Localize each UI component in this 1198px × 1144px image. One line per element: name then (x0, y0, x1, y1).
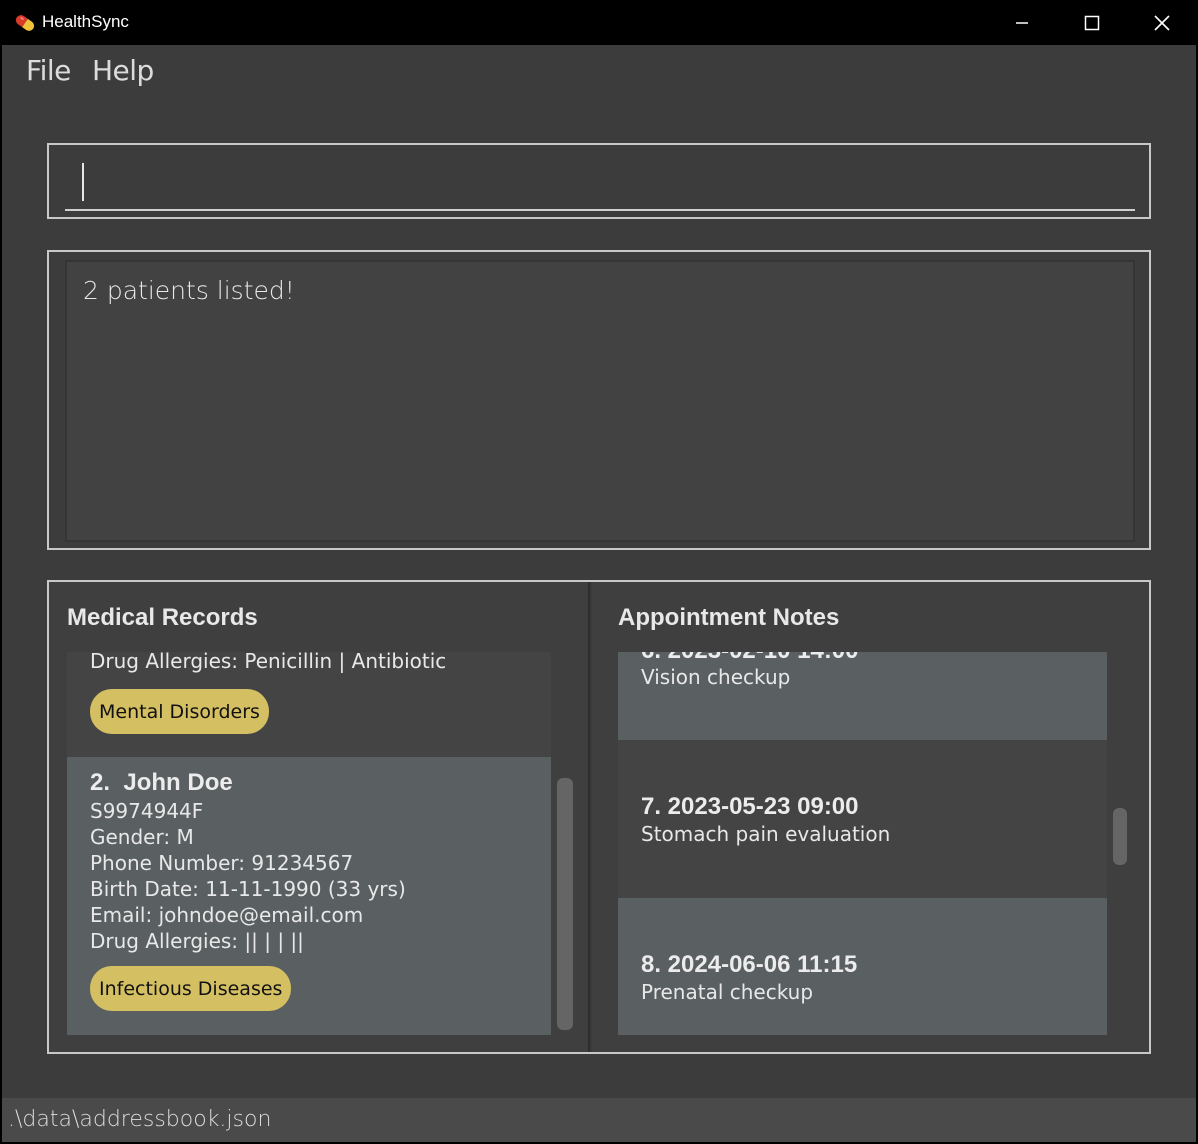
minimize-button[interactable] (987, 0, 1057, 45)
patient-email: Email: johndoe@email.com (90, 903, 364, 927)
appointment-card[interactable]: 8. 2024-06-06 11:15 Prenatal checkup (618, 898, 1107, 1035)
patient-list-scrollbar[interactable] (557, 778, 573, 1030)
patient-list[interactable]: Drug Allergies: Penicillin | Antibiotic … (67, 652, 551, 1035)
patient-name: 2. John Doe (90, 769, 233, 796)
save-file-path: .\data\addressbook.json (8, 1107, 272, 1132)
command-box (47, 143, 1151, 219)
appointment-heading: 6. 2023-02-10 14:00 (641, 652, 859, 665)
main-window: File Help 2 patients listed! Medical Rec… (2, 45, 1196, 1142)
appointment-heading: 8. 2024-06-06 11:15 (641, 951, 858, 978)
menu-file[interactable]: File (26, 54, 71, 87)
result-text-area[interactable]: 2 patients listed! (65, 260, 1135, 542)
close-button[interactable] (1127, 0, 1197, 45)
minimize-icon (1016, 21, 1028, 24)
appointment-list-scrollbar[interactable] (1113, 808, 1129, 865)
medical-records-title: Medical Records (67, 604, 258, 631)
status-bar: .\data\addressbook.json (2, 1098, 1196, 1142)
patient-tag: Infectious Diseases (90, 966, 292, 1011)
close-icon (1154, 14, 1170, 31)
command-input[interactable] (65, 157, 1135, 211)
appointment-notes-panel: Appointment Notes 6. 2023-02-10 14:00 Vi… (592, 582, 1149, 1052)
appointment-notes-title: Appointment Notes (618, 604, 840, 631)
appointment-list[interactable]: 6. 2023-02-10 14:00 Vision checkup 7. 20… (618, 652, 1107, 1035)
medical-records-panel: Medical Records Drug Allergies: Penicill… (49, 582, 590, 1052)
menu-bar: File Help (2, 45, 1196, 101)
scrollbar-thumb[interactable] (557, 778, 573, 1030)
appointment-card[interactable]: 7. 2023-05-23 09:00 Stomach pain evaluat… (618, 740, 1107, 898)
menu-help[interactable]: Help (92, 54, 154, 87)
result-message: 2 patients listed! (83, 276, 295, 305)
appointment-description: Prenatal checkup (641, 980, 814, 1004)
maximize-button[interactable] (1057, 0, 1127, 45)
lists-container: Medical Records Drug Allergies: Penicill… (47, 580, 1151, 1054)
patient-card[interactable]: 2. John Doe S9974944F Gender: M Phone Nu… (67, 757, 551, 1035)
scrollbar-thumb[interactable] (1113, 808, 1127, 865)
appointment-card[interactable]: 6. 2023-02-10 14:00 Vision checkup (618, 652, 1107, 740)
maximize-icon (1084, 15, 1100, 30)
patient-birth-date: Birth Date: 11-11-1990 (33 yrs) (90, 877, 406, 901)
window-title: HealthSync (42, 12, 129, 31)
patient-drug-allergies: Drug Allergies: || | | || (90, 929, 304, 953)
patient-card[interactable]: Drug Allergies: Penicillin | Antibiotic … (67, 652, 551, 757)
title-bar: HealthSync (0, 0, 1198, 45)
patient-phone: Phone Number: 91234567 (90, 851, 354, 875)
patient-gender: Gender: M (90, 825, 194, 849)
pill-icon (15, 15, 35, 31)
text-caret (82, 163, 84, 201)
appointment-description: Stomach pain evaluation (641, 822, 891, 846)
patient-tag: Mental Disorders (90, 689, 269, 734)
appointment-description: Vision checkup (641, 665, 791, 689)
patient-drug-allergies: Drug Allergies: Penicillin | Antibiotic (90, 652, 447, 673)
patient-nric: S9974944F (90, 799, 204, 823)
result-display: 2 patients listed! (47, 250, 1151, 550)
appointment-heading: 7. 2023-05-23 09:00 (641, 793, 859, 820)
